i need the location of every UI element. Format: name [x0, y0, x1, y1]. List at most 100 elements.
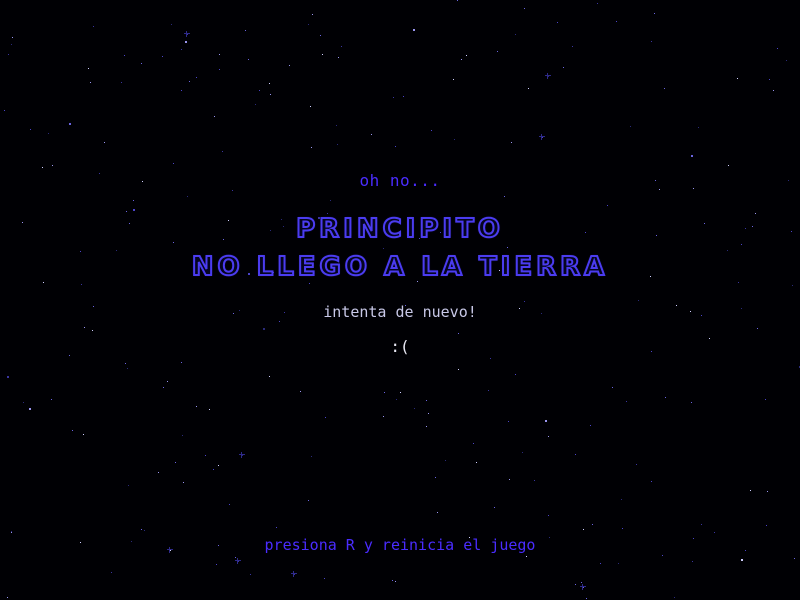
star: [572, 46, 573, 47]
star: [7, 376, 9, 378]
star: [396, 399, 397, 400]
star: [413, 29, 415, 31]
star: [181, 49, 182, 50]
star: [229, 504, 230, 505]
star: [504, 196, 505, 197]
star: [311, 456, 312, 457]
star: [616, 21, 617, 22]
star: [311, 147, 312, 148]
star: [651, 41, 652, 42]
star: [209, 409, 210, 410]
star: [403, 96, 404, 97]
star: [786, 60, 787, 61]
star: [392, 580, 393, 581]
star: [426, 400, 427, 401]
star-sparkle: [237, 558, 238, 564]
star: [289, 65, 290, 66]
star: [651, 481, 652, 482]
star: [714, 532, 715, 533]
star: [665, 397, 666, 398]
star: [457, 0, 458, 1]
star: [612, 387, 613, 388]
star: [750, 490, 751, 491]
star: [534, 480, 535, 481]
star-sparkle: [293, 571, 294, 577]
star: [171, 24, 172, 25]
star: [216, 564, 217, 565]
star: [636, 464, 637, 465]
star: [175, 462, 176, 463]
star: [248, 59, 249, 60]
star: [371, 134, 372, 135]
star: [235, 557, 236, 558]
star: [395, 581, 396, 582]
star: [426, 426, 427, 427]
star-sparkle: [541, 134, 542, 140]
star: [322, 54, 323, 55]
star: [445, 460, 446, 461]
star: [607, 205, 608, 206]
star: [90, 82, 91, 83]
star: [738, 282, 739, 283]
star: [88, 68, 89, 69]
star: [511, 142, 512, 143]
star: [181, 90, 182, 91]
star: [522, 452, 523, 453]
star: [182, 435, 183, 436]
star: [111, 572, 112, 573]
star: [545, 420, 547, 422]
star: [325, 417, 326, 418]
star: [11, 531, 12, 532]
star: [509, 479, 510, 480]
star: [300, 391, 301, 392]
star: [777, 48, 778, 49]
star: [621, 499, 622, 500]
star: [52, 165, 53, 166]
star: [515, 34, 516, 35]
star: [11, 532, 12, 533]
star: [630, 126, 631, 127]
star: [276, 527, 277, 528]
star: [395, 146, 396, 147]
star-sparkle: [547, 73, 548, 79]
star: [330, 200, 331, 201]
star: [69, 123, 71, 125]
star: [308, 24, 309, 25]
star: [674, 597, 675, 598]
star: [141, 63, 142, 64]
star-sparkle: [582, 584, 583, 590]
star: [458, 333, 459, 334]
star: [507, 247, 508, 248]
star: [431, 130, 432, 131]
star: [494, 507, 495, 508]
star: [508, 421, 509, 422]
star: [158, 472, 159, 473]
star: [662, 555, 663, 556]
star: [162, 56, 163, 57]
star: [765, 399, 766, 400]
star: [691, 402, 692, 403]
star: [259, 90, 260, 91]
star: [214, 116, 215, 117]
star: [737, 78, 738, 79]
star: [773, 90, 774, 91]
star: [437, 512, 438, 513]
star: [563, 67, 564, 68]
star: [4, 110, 5, 111]
star: [490, 358, 491, 359]
star: [528, 88, 529, 89]
star: [84, 327, 85, 328]
star: [458, 369, 459, 370]
starfield-background: [4, 0, 800, 599]
star: [792, 285, 793, 286]
star: [12, 37, 13, 38]
sad-face: :(: [390, 337, 410, 356]
star: [183, 482, 184, 483]
star: [454, 139, 455, 140]
star: [92, 330, 93, 331]
star: [43, 282, 44, 283]
star: [167, 381, 168, 382]
star: [121, 82, 122, 83]
star: [133, 209, 135, 211]
star: [383, 248, 384, 249]
